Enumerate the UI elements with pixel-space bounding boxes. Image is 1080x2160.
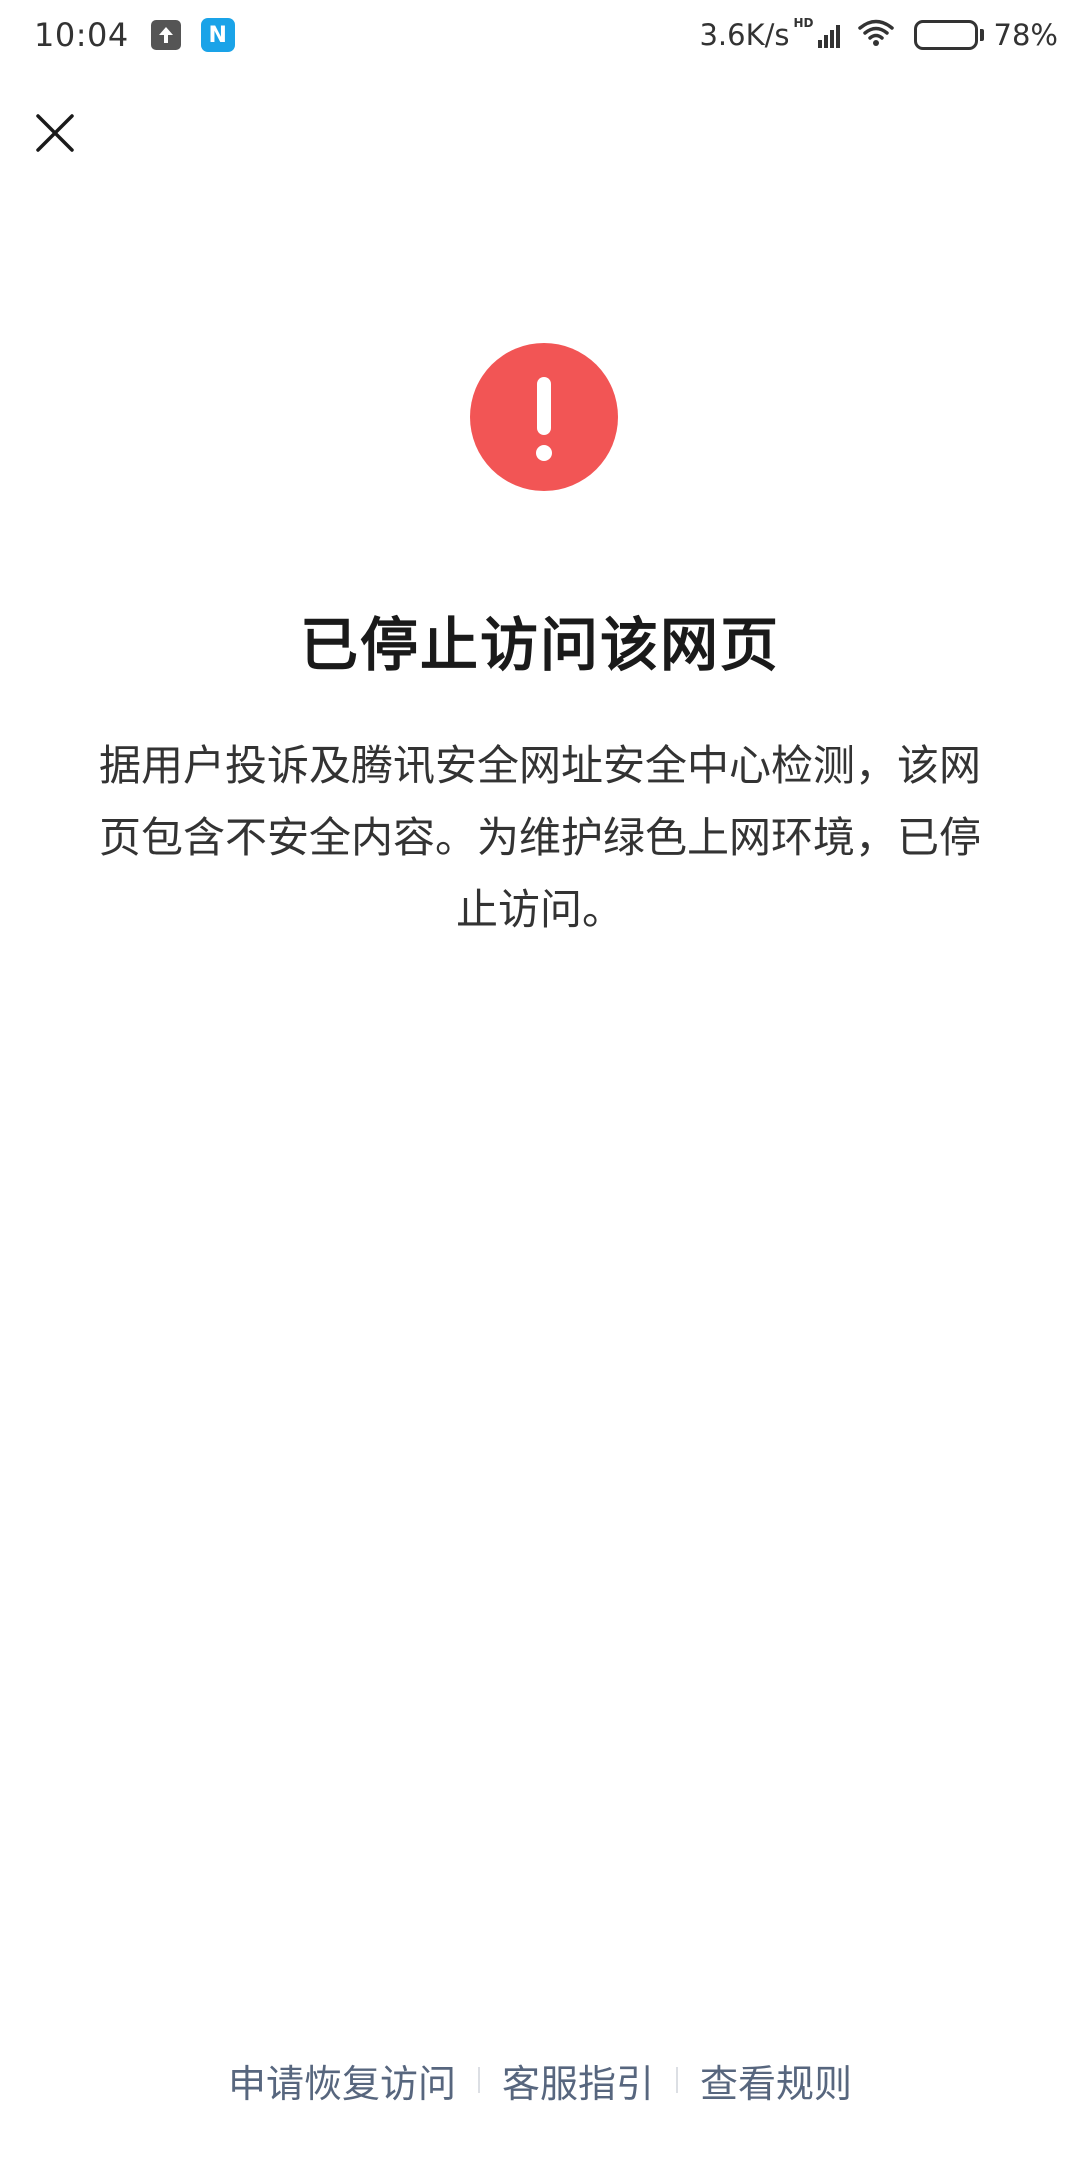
app-n-icon: N xyxy=(200,18,235,52)
blocked-description: 据用户投诉及腾讯安全网址安全中心检测，该网页包含不安全内容。为维护绿色上网环境，… xyxy=(98,741,981,934)
status-time: 10:04 xyxy=(34,16,129,54)
hd-label: HD xyxy=(793,16,814,30)
upload-arrow-icon xyxy=(150,20,181,50)
battery-percent: 78% xyxy=(993,18,1058,52)
footer-divider xyxy=(477,2067,480,2093)
footer-divider xyxy=(676,2067,678,2093)
wifi-icon xyxy=(857,19,894,51)
status-bar: 10:04 N 3.6K/s HD 78% xyxy=(0,0,1080,70)
footer-links: 申请恢复访问 客服指引 查看规则 xyxy=(0,2050,1080,2110)
request-restore-link[interactable]: 申请恢复访问 xyxy=(228,2053,456,2108)
page-title: 已停止访问该网页 xyxy=(299,611,780,679)
close-icon xyxy=(36,114,74,152)
signal-icon xyxy=(816,22,840,48)
exclamation-icon xyxy=(470,343,618,491)
battery-icon xyxy=(913,20,984,50)
view-rules-link[interactable]: 查看规则 xyxy=(700,2053,852,2108)
status-bar-left: 10:04 N xyxy=(34,16,235,54)
app-n-letter: N xyxy=(208,22,227,48)
status-bar-right: 3.6K/s HD 78% xyxy=(699,16,1058,52)
network-speed: 3.6K/s xyxy=(699,18,790,52)
close-button[interactable] xyxy=(30,108,80,158)
screen: 10:04 N 3.6K/s HD 78% 已停止访问该网页 据用户投诉及腾讯安… xyxy=(0,0,1080,2160)
customer-service-link[interactable]: 客服指引 xyxy=(502,2053,654,2108)
